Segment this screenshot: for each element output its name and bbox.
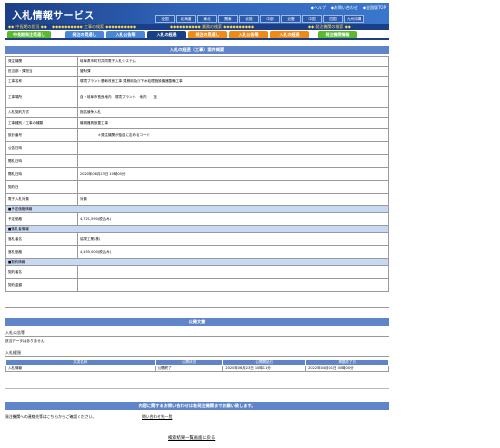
divider <box>5 356 389 357</box>
table-row: 開札日時 <box>5 154 389 168</box>
table-row: 公告日時 <box>5 141 389 155</box>
region-kinki[interactable]: 近畿 <box>281 15 301 23</box>
divider <box>5 307 389 308</box>
subheader-estimate: ■予定価格情報 <box>5 205 389 213</box>
tab-construction-outlook[interactable]: 発注の見通し <box>65 31 104 38</box>
nav-tabs: 中長期発注見通し 発注の見通し 入札公告等 入札の経過 発注の見通し 入札公告等… <box>5 31 389 38</box>
contact-banner: 内容に関するお問い合わせは各発注機関までお願い致します。 <box>5 402 389 410</box>
region-kyushu[interactable]: 九州沖縄 <box>344 15 364 23</box>
table-row: 入札情報 公開終了 2020年06月23日 10時11分 2022年04月01日… <box>5 365 389 372</box>
tab-agency-info[interactable]: 発注機関情報 <box>318 31 357 38</box>
tab-service-notice[interactable]: 入札公告等 <box>229 31 268 38</box>
notice-empty-message: 該当データはありません <box>5 339 45 343</box>
back-to-results-link[interactable]: 検索結果一覧画面に戻る <box>168 435 215 441</box>
table-row: 契約金額 <box>5 278 389 292</box>
subbar-midterm: ◆◆ 中長期の状況 ◆◆ <box>8 24 47 29</box>
top-links: ◆ヘルプ ◆お問い合わせ ◆全国版TOP <box>311 5 386 11</box>
help-link[interactable]: ◆ヘルプ <box>311 5 326 11</box>
table-row: 工事種別／工事の種類 機械器具設置工事 <box>5 117 389 129</box>
page: 入札情報サービス ◆ヘルプ ◆お問い合わせ ◆全国版TOP 全国 北海道 東北 … <box>0 0 500 448</box>
table-row: 電子入札対象 対象 <box>5 193 389 206</box>
subheader-winner: ■落札者情報 <box>5 225 389 233</box>
region-hokuriku[interactable]: 北陸 <box>239 15 259 23</box>
table-row: 落札価格 4,455,000(税込み) <box>5 245 389 259</box>
table-row: 落札者名 協栄工業(株) <box>5 232 389 246</box>
public-docs-title: 公開文書 <box>5 318 389 326</box>
table-row: 契約者名 <box>5 265 389 279</box>
divider <box>5 336 389 337</box>
table-row: 予定価格 4,721,590(税込み) <box>5 212 389 226</box>
contact-text: 発注機関への連絡先等はこちらからご確認ください。 <box>5 414 97 419</box>
site-title: 入札情報サービス <box>12 11 95 22</box>
tab-construction-notice[interactable]: 入札公告等 <box>106 31 145 38</box>
documents-table: 文書名称 公開状況 公開開始日 掲載終了日 入札情報 公開終了 2020年06月… <box>5 359 389 372</box>
tab-service-outlook[interactable]: 発注の見通し <box>188 31 227 38</box>
table-row: 契約日 <box>5 180 389 194</box>
table-row: 設計番号 ＊発注機関が独自に定めるコード <box>5 128 389 142</box>
contact-list-link[interactable]: 問い合わせ先一覧 <box>142 414 172 420</box>
subbar-construction: ◆◆◆◆◆◆◆◆◆◆ 工事の検索 ◆◆◆◆◆◆◆◆◆◆ <box>52 24 137 29</box>
table-row: 工事場所 自・岐阜市長良地内 環境プラント 地内 至 <box>5 86 389 108</box>
project-summary-table: 発注機関 岐阜県市町村共同電子入札システム 担当部・課担当 管財課 工事名称 環境プラ… <box>5 56 389 292</box>
table-row: 担当部・課担当 管財課 <box>5 66 389 77</box>
region-selector: 全国 北海道 東北 関東 北陸 中部 近畿 中国 四国 九州沖縄 <box>155 15 364 23</box>
table-row: 工事名称 環境プラント基幹改良工事 見積用及び下水処理施設機器整備工事 <box>5 76 389 87</box>
region-chubu[interactable]: 中部 <box>260 15 280 23</box>
subheader-contract: ■契約情報 <box>5 258 389 266</box>
region-shikoku[interactable]: 四国 <box>323 15 343 23</box>
subbar-services: ◆◆◆◆◆◆◆◆◆◆ 業務の検索 ◆◆◆◆◆◆◆◆◆◆ <box>170 24 255 29</box>
region-zenkoku[interactable]: 全国 <box>155 15 175 23</box>
section-title: 入札の経過（工事）案件概要 <box>5 46 389 54</box>
tab-service-progress[interactable]: 入札の経過 <box>270 31 309 38</box>
table-row: 入札契約方式 指名競争入札 <box>5 107 389 118</box>
divider <box>5 388 389 389</box>
region-hokkaido[interactable]: 北海道 <box>176 15 196 23</box>
tab-construction-progress[interactable]: 入札の経過 <box>147 31 186 38</box>
table-row: 発注機関 岐阜県市町村共同電子入札システム <box>5 56 389 67</box>
contact-link[interactable]: ◆お問い合わせ <box>331 5 358 11</box>
region-chugoku[interactable]: 中国 <box>302 15 322 23</box>
tab-midterm-outlook[interactable]: 中長期発注見通し <box>7 31 51 38</box>
region-kanto[interactable]: 関東 <box>218 15 238 23</box>
subbar-agency: ◆◆ 発注機関の検索 ◆◆ <box>308 24 351 29</box>
table-row: 開札日時 2020年06月23日 10時00分 <box>5 167 389 181</box>
national-top-link[interactable]: ◆全国版TOP <box>363 5 386 11</box>
region-tohoku[interactable]: 東北 <box>197 15 217 23</box>
tab-underline <box>5 38 389 40</box>
document-name-link[interactable]: 入札情報 <box>5 365 156 372</box>
